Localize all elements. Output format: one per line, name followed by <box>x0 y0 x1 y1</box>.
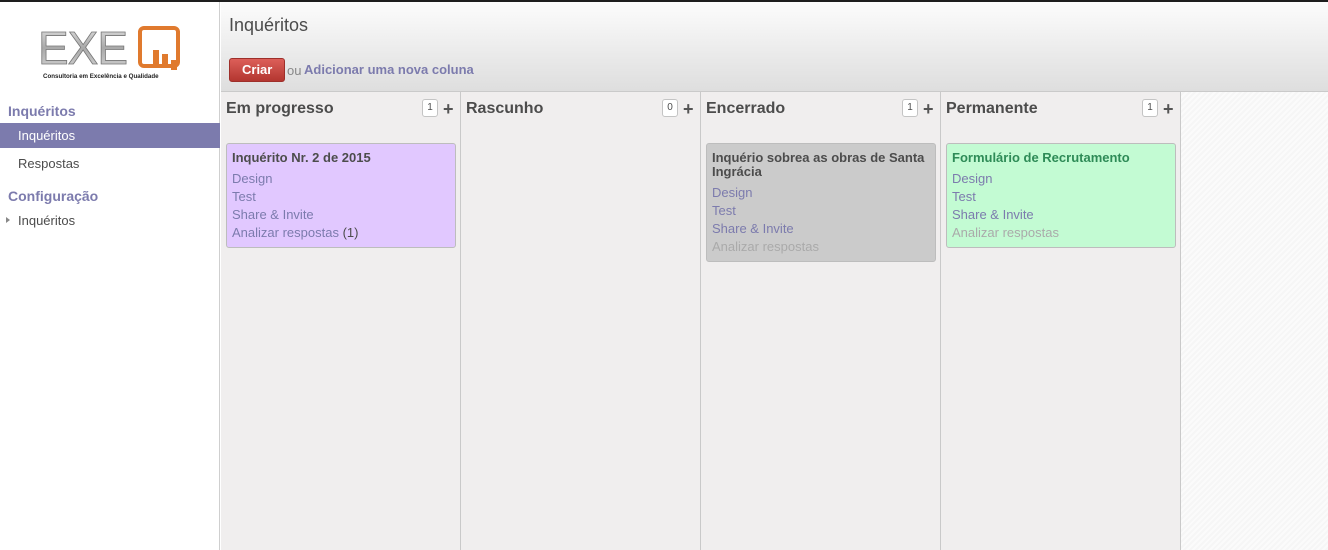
column-title[interactable]: Encerrado <box>706 100 785 118</box>
kanban-column-rascunho: Rascunho 0 + <box>461 92 701 550</box>
menu-item-inqueritos[interactable]: Inquéritos <box>0 123 220 148</box>
kanban-card[interactable]: Inquérito Nr. 2 de 2015 Design Test Shar… <box>226 143 456 248</box>
or-text: ou <box>287 63 302 78</box>
design-link[interactable]: Design <box>712 184 930 202</box>
create-button[interactable]: Criar <box>229 58 286 82</box>
analyze-responses-link: Analizar respostas <box>952 225 1059 240</box>
plus-icon[interactable]: + <box>923 99 934 119</box>
column-title[interactable]: Permanente <box>946 100 1038 118</box>
kanban-column-permanente: Permanente 1 + Formulário de Recrutament… <box>941 92 1181 550</box>
card-title[interactable]: Inquérito Nr. 2 de 2015 <box>232 151 450 165</box>
column-count-badge: 1 <box>902 99 918 117</box>
kanban-column-em-progresso: Em progresso 1 + Inquérito Nr. 2 de 2015… <box>221 92 461 550</box>
test-link[interactable]: Test <box>232 188 450 206</box>
menu-item-label: Inquéritos <box>18 213 76 228</box>
plus-icon[interactable]: + <box>443 99 454 119</box>
analyze-label: Analizar respostas <box>232 225 339 240</box>
plus-icon[interactable]: + <box>683 99 694 119</box>
share-invite-link[interactable]: Share & Invite <box>712 220 930 238</box>
kanban-card[interactable]: Formulário de Recrutamento Design Test S… <box>946 143 1176 248</box>
test-link[interactable]: Test <box>712 202 930 220</box>
svg-text:EXE: EXE <box>38 22 127 74</box>
menu-header-configuracao: Configuração <box>8 188 99 204</box>
sidebar: EXE Consultoria em Excelência e Qualidad… <box>0 2 220 550</box>
column-count-badge: 0 <box>662 99 678 117</box>
add-column-link[interactable]: Adicionar uma nova coluna <box>304 62 474 77</box>
share-invite-link[interactable]: Share & Invite <box>232 206 450 224</box>
card-title[interactable]: Inquério sobrea as obras de Santa Ingrác… <box>712 151 930 179</box>
column-count-badge: 1 <box>422 99 438 117</box>
plus-icon[interactable]: + <box>1163 99 1174 119</box>
menu-item-respostas[interactable]: Respostas <box>0 151 220 176</box>
share-invite-link[interactable]: Share & Invite <box>952 206 1170 224</box>
menu-header-inqueritos: Inquéritos <box>8 103 76 119</box>
kanban-card[interactable]: Inquério sobrea as obras de Santa Ingrác… <box>706 143 936 262</box>
column-title[interactable]: Em progresso <box>226 100 334 118</box>
test-link[interactable]: Test <box>952 188 1170 206</box>
column-title[interactable]: Rascunho <box>466 100 543 118</box>
exeq-logo-graphic: EXE Consultoria em Excelência e Qualidad… <box>38 22 180 80</box>
design-link[interactable]: Design <box>232 170 450 188</box>
analyze-responses-link[interactable]: Analizar respostas (1) <box>232 224 450 242</box>
design-link[interactable]: Design <box>952 170 1170 188</box>
analyze-responses-link: Analizar respostas <box>712 239 819 254</box>
card-title[interactable]: Formulário de Recrutamento <box>952 151 1170 165</box>
triangle-right-icon <box>6 217 10 223</box>
view-header: Inquéritos Criar ou Adicionar uma nova c… <box>221 2 1328 92</box>
column-count-badge: 1 <box>1142 99 1158 117</box>
logo-tagline: Consultoria em Excelência e Qualidade <box>43 73 159 80</box>
menu-item-config-inqueritos[interactable]: Inquéritos <box>0 208 220 233</box>
kanban-column-encerrado: Encerrado 1 + Inquério sobrea as obras d… <box>701 92 941 550</box>
responses-count: (1) <box>342 225 359 240</box>
page-title: Inquéritos <box>229 15 309 35</box>
company-logo[interactable]: EXE Consultoria em Excelência e Qualidad… <box>20 16 200 88</box>
kanban-board: Em progresso 1 + Inquérito Nr. 2 de 2015… <box>221 92 1328 550</box>
